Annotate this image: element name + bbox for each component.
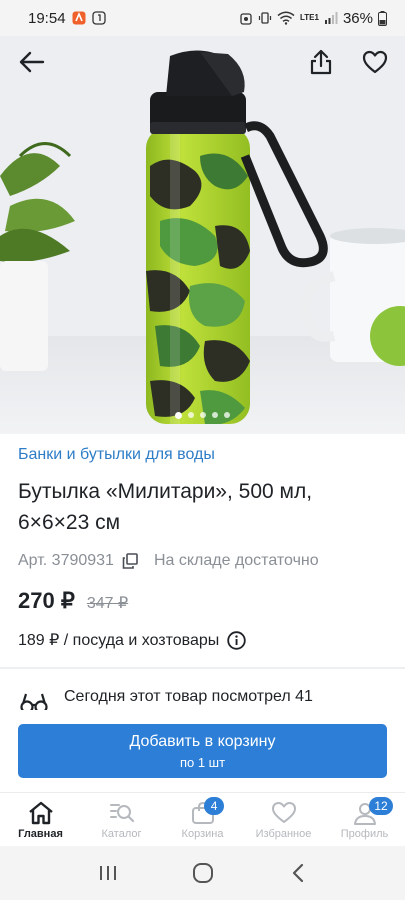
current-price: 270 ₽ — [18, 588, 75, 613]
notification-sim-icon — [91, 11, 106, 25]
recent-apps-button[interactable] — [88, 853, 128, 893]
gallery-pagination — [0, 412, 405, 419]
gallery-dot[interactable] — [212, 412, 218, 418]
battery-icon — [378, 10, 387, 26]
bottom-navigation: Главная Каталог 4 Корзина Избранное 12 П… — [0, 792, 405, 846]
category-link[interactable]: Банки и бутылки для воды — [18, 446, 388, 466]
share-icon — [310, 49, 332, 75]
add-to-cart-label: Добавить в корзину — [129, 732, 276, 750]
status-time: 19:54 — [28, 9, 66, 27]
nav-label-cart: Корзина — [181, 828, 224, 840]
nav-item-catalog[interactable]: Каталог — [81, 793, 162, 846]
heart-icon — [271, 802, 296, 823]
chevron-left-icon — [292, 863, 303, 883]
favorite-button[interactable] — [355, 42, 395, 82]
home-circle-icon — [192, 863, 213, 883]
nav-item-favorites[interactable]: Избранное — [243, 793, 324, 846]
nav-label-favorites: Избранное — [255, 828, 312, 840]
system-navigation-bar — [0, 846, 405, 900]
notification-app-icon — [72, 11, 86, 25]
unit-price-text: 189 ₽ / посуда и хозтовары — [18, 632, 220, 649]
article-number: Арт. 3790931 — [18, 552, 114, 569]
gallery-dot[interactable] — [224, 412, 230, 418]
heart-icon — [362, 50, 388, 74]
network-type: LTE1 — [300, 13, 319, 22]
add-to-cart-bar: Добавить в корзину по 1 шт — [0, 710, 405, 792]
nav-label-home: Главная — [18, 828, 63, 840]
product-photo — [0, 36, 405, 434]
home-system-button[interactable] — [183, 853, 223, 893]
nav-item-home[interactable]: Главная — [0, 793, 81, 846]
product-info: Банки и бутылки для воды Бутылка «Милита… — [18, 446, 388, 650]
gallery-dot[interactable] — [175, 412, 182, 419]
product-image-gallery[interactable] — [0, 36, 405, 434]
home-icon — [28, 801, 53, 825]
nav-item-cart[interactable]: 4 Корзина — [162, 793, 243, 846]
alarm-icon — [239, 11, 253, 25]
product-title: Бутылка «Милитари», 500 мл, 6×6×23 см — [18, 480, 313, 534]
profile-badge: 12 — [369, 797, 393, 815]
nav-label-catalog: Каталог — [101, 828, 142, 840]
price-row: 270 ₽ 347 ₽ — [18, 588, 388, 614]
gallery-dot[interactable] — [188, 412, 194, 418]
gallery-dot[interactable] — [200, 412, 206, 418]
nav-item-profile[interactable]: 12 Профиль — [324, 793, 405, 846]
back-button[interactable] — [12, 42, 52, 82]
vibrate-icon — [258, 11, 272, 25]
share-button[interactable] — [301, 42, 341, 82]
battery-percent: 36% — [342, 9, 373, 27]
stock-status: На складе достаточно — [153, 552, 319, 569]
nav-label-profile: Профиль — [340, 828, 389, 840]
section-separator — [0, 667, 405, 669]
recent-apps-icon — [99, 866, 116, 880]
cart-badge: 4 — [204, 797, 225, 815]
signal-icon — [324, 11, 338, 25]
product-meta: Арт. 3790931 На складе достаточно — [18, 552, 388, 570]
info-icon[interactable] — [227, 630, 246, 650]
old-price: 347 ₽ — [86, 595, 129, 612]
back-system-button[interactable] — [278, 853, 318, 893]
catalog-search-icon — [109, 804, 134, 823]
unit-price-row: 189 ₽ / посуда и хозтовары — [18, 630, 388, 650]
arrow-left-icon — [19, 51, 45, 73]
watchers-text: Сегодня этот товар посмотрел 41 — [64, 688, 313, 705]
add-to-cart-button[interactable]: Добавить в корзину по 1 шт — [18, 724, 387, 778]
copy-icon[interactable] — [122, 553, 138, 569]
status-bar: 19:54 LTE1 36% — [0, 0, 405, 36]
add-to-cart-sublabel: по 1 шт — [179, 754, 226, 770]
wifi-icon — [277, 11, 295, 25]
